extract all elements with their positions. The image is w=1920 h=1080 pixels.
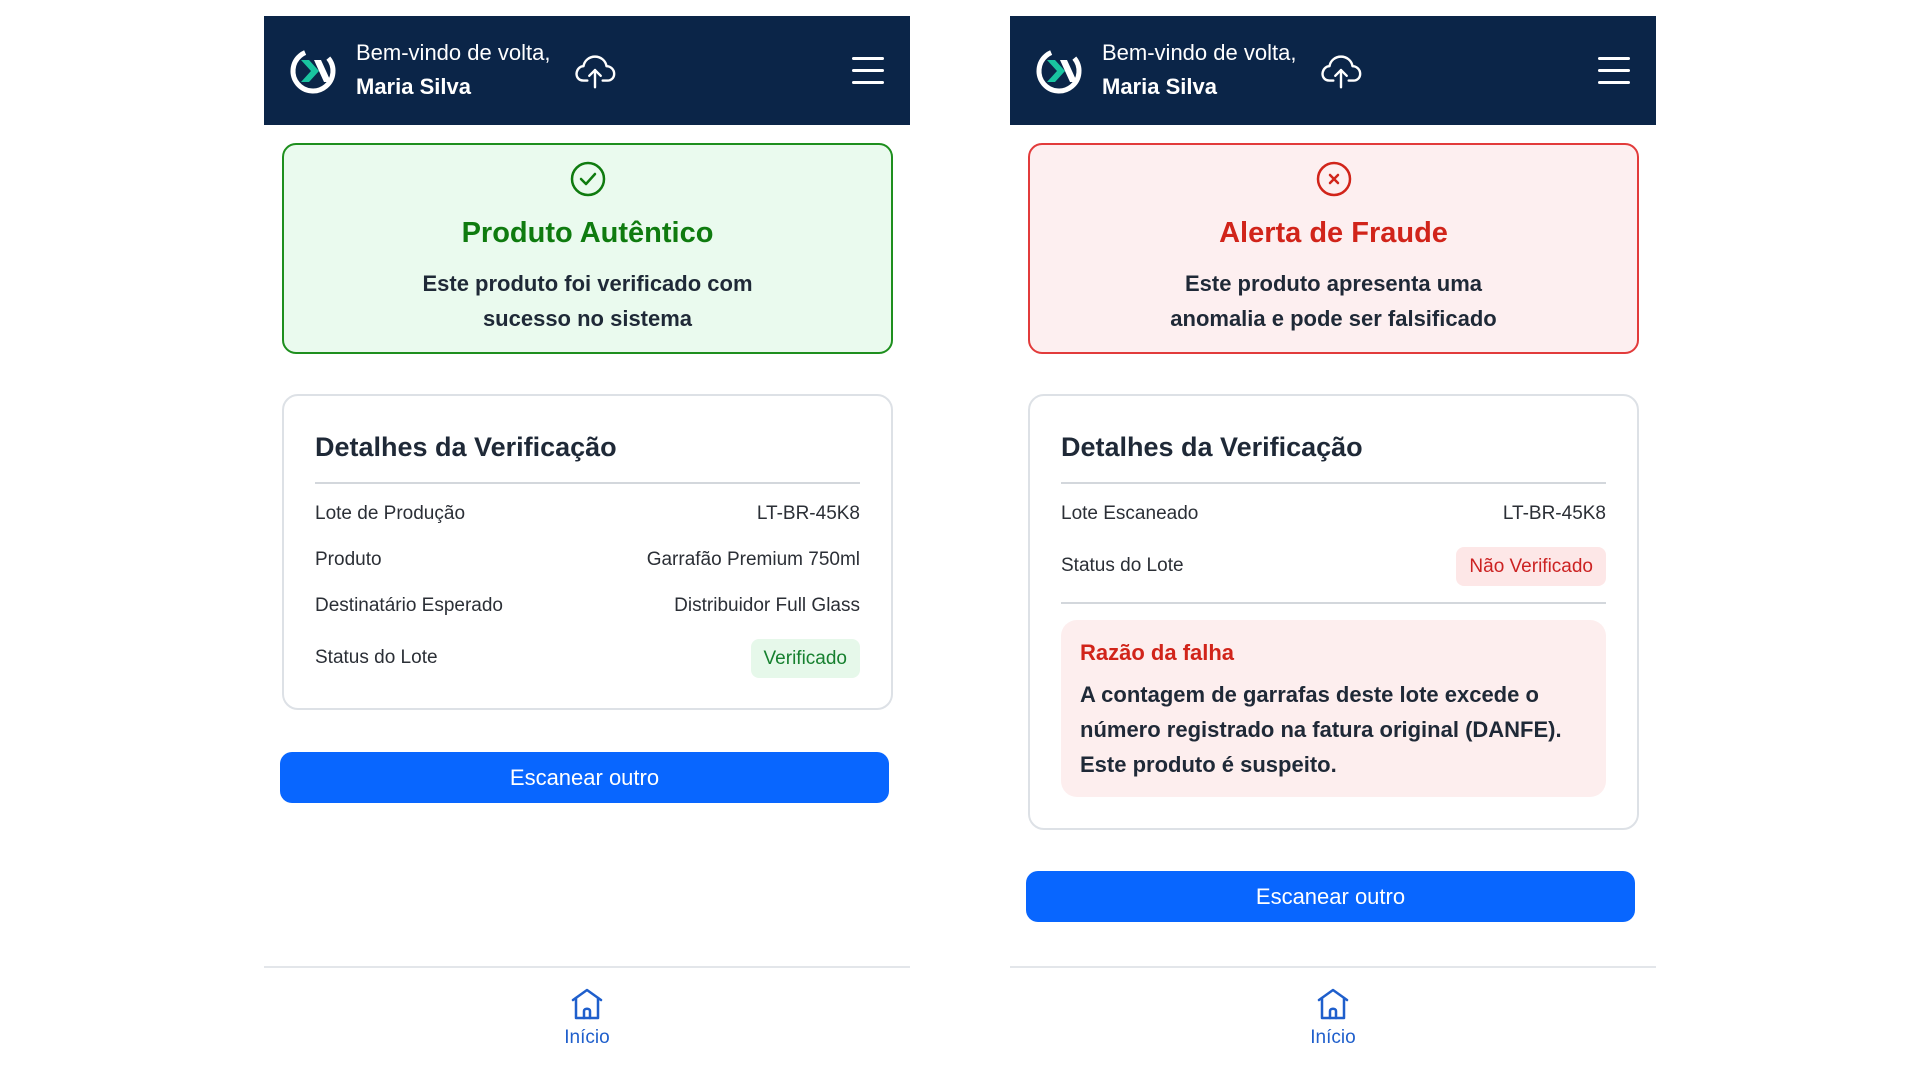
status-message-line: Este produto apresenta uma (1184, 271, 1483, 296)
scan-another-button[interactable]: Escanear outro (1026, 871, 1635, 922)
status-message-line: sucesso no sistema (482, 306, 693, 331)
x-circle-icon (1316, 161, 1351, 197)
nav-home-label: Início (564, 1027, 610, 1048)
failure-reason-line: Este produto é suspeito. (1080, 752, 1337, 777)
detail-row: Lote Escaneado LT-BR-45K8 (1061, 494, 1606, 534)
app-header: Bem-vindo de volta, Maria Silva (264, 16, 910, 125)
logo-icon (290, 48, 336, 94)
home-icon (571, 988, 603, 1020)
details-title: Detalhes da Verificação (315, 432, 617, 462)
status-badge: Verificado (750, 638, 860, 678)
status-title: Produto Autêntico (461, 217, 714, 249)
user-name: Maria Silva (356, 74, 471, 99)
bottom-nav-divider (1010, 966, 1656, 968)
welcome-text: Bem-vindo de volta, Maria Silva (356, 36, 550, 104)
verification-details-card: Detalhes da Verificação Lote de Produção… (282, 394, 893, 710)
status-badge: Não Verificado (1456, 546, 1606, 586)
detail-label: Lote de Produção (315, 503, 466, 524)
detail-value: Distribuidor Full Glass (674, 595, 860, 616)
screen-authentic: Bem-vindo de volta, Maria Silva Produto … (264, 16, 910, 1066)
detail-row: Destinatário Esperado Distribuidor Full … (315, 586, 860, 626)
detail-row: Status do Lote Não Verificado (1061, 546, 1606, 586)
detail-label: Produto (315, 549, 382, 570)
detail-label: Status do Lote (1061, 555, 1184, 576)
status-message-line: anomalia e pode ser falsificado (1170, 306, 1497, 331)
failure-reason-title: Razão da falha (1080, 640, 1235, 665)
status-message: Este produto foi verificado com sucesso … (284, 266, 891, 336)
status-card-authentic: Produto Autêntico Este produto foi verif… (282, 143, 893, 354)
status-message-line: Este produto foi verificado com (422, 271, 753, 296)
screen-fraud-alert: Bem-vindo de volta, Maria Silva Alerta d… (1010, 16, 1656, 1066)
app-header: Bem-vindo de volta, Maria Silva (1010, 16, 1656, 125)
detail-value: Garrafão Premium 750ml (646, 549, 860, 570)
detail-row: Lote de Produção LT-BR-45K8 (315, 494, 860, 534)
greeting-label: Bem-vindo de volta, (1102, 40, 1297, 65)
verification-details-card: Detalhes da Verificação Lote Escaneado L… (1028, 394, 1639, 830)
bottom-nav-divider (264, 966, 910, 968)
failure-reason-text: A contagem de garrafas deste lote excede… (1080, 677, 1562, 782)
hamburger-menu-icon[interactable] (1598, 57, 1632, 85)
status-card-fraud: Alerta de Fraude Este produto apresenta … (1028, 143, 1639, 354)
nav-home-label: Início (1310, 1027, 1356, 1048)
detail-value: LT-BR-45K8 (1502, 503, 1606, 524)
greeting-label: Bem-vindo de volta, (356, 40, 551, 65)
welcome-text: Bem-vindo de volta, Maria Silva (1102, 36, 1296, 104)
cloud-upload-icon[interactable] (1318, 48, 1364, 94)
hamburger-menu-icon[interactable] (852, 57, 886, 85)
status-title: Alerta de Fraude (1219, 217, 1448, 249)
divider (1061, 482, 1606, 484)
home-icon (1317, 988, 1349, 1020)
status-message: Este produto apresenta uma anomalia e po… (1030, 266, 1637, 336)
logo-icon (1036, 48, 1082, 94)
detail-row: Produto Garrafão Premium 750ml (315, 540, 860, 580)
detail-row: Status do Lote Verificado (315, 638, 860, 678)
details-title: Detalhes da Verificação (1061, 432, 1363, 462)
scan-another-button[interactable]: Escanear outro (280, 752, 889, 803)
divider (315, 482, 860, 484)
failure-reason-line: número registrado na fatura original (DA… (1080, 717, 1562, 742)
cloud-upload-icon[interactable] (572, 48, 618, 94)
detail-label: Status do Lote (315, 647, 438, 668)
detail-label: Lote Escaneado (1061, 503, 1199, 524)
detail-label: Destinatário Esperado (315, 595, 503, 616)
divider (1061, 602, 1606, 604)
check-circle-icon (570, 161, 605, 197)
user-name: Maria Silva (1102, 74, 1217, 99)
nav-home-tab[interactable]: Início (537, 982, 637, 1056)
detail-value: LT-BR-45K8 (756, 503, 860, 524)
failure-reason-line: A contagem de garrafas deste lote excede… (1080, 682, 1539, 707)
nav-home-tab[interactable]: Início (1283, 982, 1383, 1056)
failure-reason-box: Razão da falha A contagem de garrafas de… (1061, 620, 1606, 797)
